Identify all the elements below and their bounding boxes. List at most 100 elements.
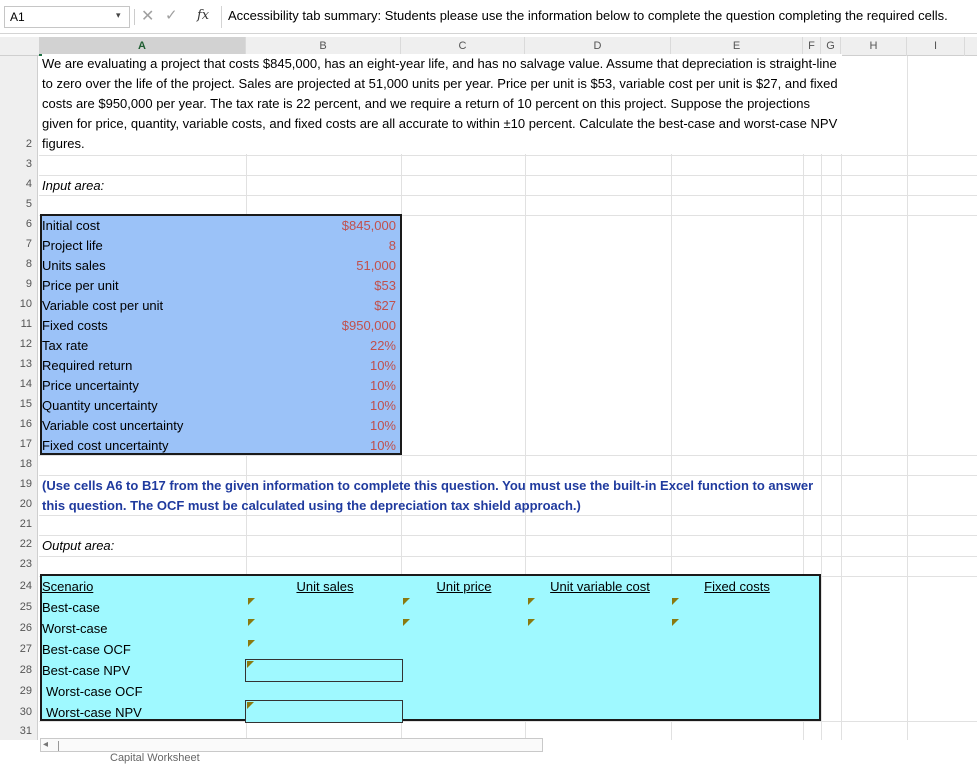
- row-label-best-case-ocf[interactable]: Best-case OCF: [42, 642, 131, 657]
- chevron-down-icon[interactable]: ▾: [116, 10, 121, 21]
- horizontal-scrollbar[interactable]: [40, 738, 543, 752]
- row-header[interactable]: 3: [0, 158, 32, 170]
- cell-indicator-icon[interactable]: [403, 619, 410, 626]
- row-label-worst-case-npv[interactable]: Worst-case NPV: [46, 705, 142, 720]
- cell-indicator-icon[interactable]: [248, 619, 255, 626]
- input-value-quantity-uncertainty[interactable]: 10%: [244, 398, 396, 413]
- problem-statement-cell[interactable]: We are evaluating a project that costs $…: [42, 54, 842, 154]
- cell-indicator-icon[interactable]: [528, 598, 535, 605]
- input-value-price-per-unit[interactable]: $53: [244, 278, 396, 293]
- cell-indicator-icon[interactable]: [672, 619, 679, 626]
- name-box[interactable]: A1: [4, 6, 130, 28]
- cell-indicator-icon[interactable]: [247, 702, 254, 709]
- row-header[interactable]: 18: [0, 458, 32, 470]
- row-header[interactable]: 28: [0, 664, 32, 676]
- header-scenario[interactable]: Scenario: [42, 579, 93, 594]
- row-header[interactable]: 17: [0, 438, 32, 450]
- row-header[interactable]: 14: [0, 378, 32, 390]
- header-unit-price[interactable]: Unit price: [403, 579, 525, 594]
- row-header[interactable]: 21: [0, 518, 32, 530]
- row-header[interactable]: 12: [0, 338, 32, 350]
- cell-indicator-icon[interactable]: [528, 619, 535, 626]
- input-value-price-uncertainty[interactable]: 10%: [244, 378, 396, 393]
- input-label-variable-cost-uncertainty[interactable]: Variable cost uncertainty: [42, 418, 183, 433]
- header-unit-variable-cost[interactable]: Unit variable cost: [527, 579, 673, 594]
- row-header[interactable]: 29: [0, 685, 32, 697]
- header-fixed-costs[interactable]: Fixed costs: [673, 579, 801, 594]
- gridline: [907, 56, 908, 740]
- row-header[interactable]: 13: [0, 358, 32, 370]
- row-header[interactable]: 19: [0, 478, 32, 490]
- input-label-project-life[interactable]: Project life: [42, 238, 103, 253]
- column-header-h[interactable]: H: [841, 37, 907, 56]
- input-label-fixed-costs[interactable]: Fixed costs: [42, 318, 108, 333]
- row-header[interactable]: 23: [0, 558, 32, 570]
- input-value-tax-rate[interactable]: 22%: [244, 338, 396, 353]
- input-label-initial-cost[interactable]: Initial cost: [42, 218, 100, 233]
- formula-bar-divider: [221, 6, 222, 28]
- best-case-npv-answer-cell[interactable]: [245, 659, 403, 682]
- input-value-units-sales[interactable]: 51,000: [244, 258, 396, 273]
- row-header[interactable]: 10: [0, 298, 32, 310]
- row-header[interactable]: 26: [0, 622, 32, 634]
- instruction-cell[interactable]: (Use cells A6 to B17 from the given info…: [42, 476, 822, 516]
- scroll-left-icon[interactable]: ◂: [43, 739, 48, 750]
- input-label-quantity-uncertainty[interactable]: Quantity uncertainty: [42, 398, 158, 413]
- gridline: [39, 175, 977, 176]
- formula-bar-divider: [134, 9, 135, 25]
- row-header[interactable]: 31: [0, 725, 32, 737]
- input-value-variable-cost-uncertainty[interactable]: 10%: [244, 418, 396, 433]
- worst-case-npv-answer-cell[interactable]: [245, 700, 403, 723]
- input-value-variable-cost[interactable]: $27: [244, 298, 396, 313]
- row-label-worst-case-ocf[interactable]: Worst-case OCF: [46, 684, 143, 699]
- row-label-worst-case[interactable]: Worst-case: [42, 621, 108, 636]
- row-label-best-case[interactable]: Best-case: [42, 600, 100, 615]
- gridline: [39, 535, 977, 536]
- cell-indicator-icon[interactable]: [248, 640, 255, 647]
- sheet-tab[interactable]: Capital Worksheet: [110, 752, 200, 764]
- input-label-price-uncertainty[interactable]: Price uncertainty: [42, 378, 139, 393]
- header-unit-sales[interactable]: Unit sales: [250, 579, 400, 594]
- input-value-required-return[interactable]: 10%: [244, 358, 396, 373]
- cell-indicator-icon[interactable]: [672, 598, 679, 605]
- cancel-icon[interactable]: ✕: [141, 6, 154, 26]
- input-value-fixed-cost-uncertainty[interactable]: 10%: [244, 438, 396, 453]
- row-header[interactable]: 24: [0, 580, 32, 592]
- row-header[interactable]: 20: [0, 498, 32, 510]
- input-label-price-per-unit[interactable]: Price per unit: [42, 278, 119, 293]
- input-label-units-sales[interactable]: Units sales: [42, 258, 106, 273]
- row-header[interactable]: 5: [0, 198, 32, 210]
- input-label-variable-cost[interactable]: Variable cost per unit: [42, 298, 163, 313]
- cell-indicator-icon[interactable]: [403, 598, 410, 605]
- insert-function-icon[interactable]: fx: [197, 8, 209, 23]
- formula-input[interactable]: Accessibility tab summary: Students plea…: [228, 8, 976, 28]
- gridline: [841, 56, 842, 740]
- row-header[interactable]: 16: [0, 418, 32, 430]
- input-value-initial-cost[interactable]: $845,000: [244, 218, 396, 233]
- row-header[interactable]: 22: [0, 538, 32, 550]
- input-label-fixed-cost-uncertainty[interactable]: Fixed cost uncertainty: [42, 438, 168, 453]
- row-header[interactable]: 15: [0, 398, 32, 410]
- scrollbar-thumb[interactable]: [58, 741, 59, 751]
- row-header[interactable]: 6: [0, 218, 32, 230]
- row-header[interactable]: 25: [0, 601, 32, 613]
- enter-icon[interactable]: ✓: [165, 6, 178, 24]
- gridline: [39, 556, 977, 557]
- input-label-tax-rate[interactable]: Tax rate: [42, 338, 88, 353]
- cell-indicator-icon[interactable]: [248, 598, 255, 605]
- input-value-fixed-costs[interactable]: $950,000: [244, 318, 396, 333]
- row-header[interactable]: 8: [0, 258, 32, 270]
- input-area-label: Input area:: [42, 178, 105, 193]
- cell-indicator-icon[interactable]: [247, 661, 254, 668]
- input-label-required-return[interactable]: Required return: [42, 358, 132, 373]
- row-header[interactable]: 2: [0, 138, 32, 150]
- column-header-i[interactable]: I: [907, 37, 965, 56]
- row-header[interactable]: 11: [0, 318, 32, 330]
- row-header[interactable]: 7: [0, 238, 32, 250]
- row-header[interactable]: 9: [0, 278, 32, 290]
- row-header[interactable]: 30: [0, 706, 32, 718]
- row-header[interactable]: 4: [0, 178, 32, 190]
- row-label-best-case-npv[interactable]: Best-case NPV: [42, 663, 130, 678]
- row-header[interactable]: 27: [0, 643, 32, 655]
- input-value-project-life[interactable]: 8: [244, 238, 396, 253]
